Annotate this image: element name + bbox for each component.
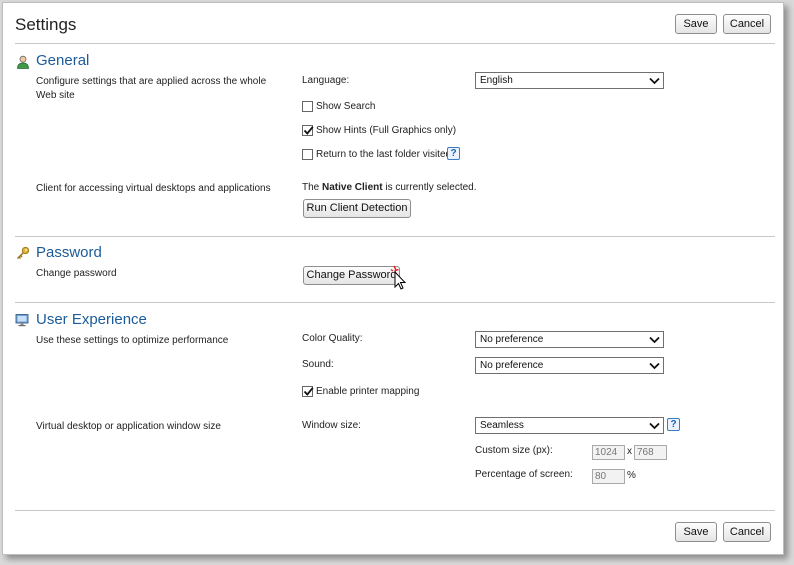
- key-icon: [16, 246, 30, 260]
- footer-divider: [15, 510, 775, 511]
- change-password-button[interactable]: Change Password: [303, 266, 400, 285]
- custom-size-label: Custom size (px):: [475, 445, 553, 456]
- return-folder-checkbox[interactable]: [302, 149, 313, 160]
- client-status-suffix: is currently selected.: [382, 182, 477, 193]
- window-size-help-icon[interactable]: ?: [667, 418, 680, 431]
- general-description: Configure settings that are applied acro…: [36, 76, 267, 101]
- monitor-icon: [15, 314, 29, 327]
- window-size-select[interactable]: Seamless: [475, 417, 664, 434]
- show-hints-checkbox[interactable]: [302, 125, 314, 136]
- percent-sign: %: [627, 470, 636, 481]
- color-quality-select-value: No preference: [480, 334, 544, 345]
- custom-height-input[interactable]: 768: [634, 445, 667, 460]
- password-description: Change password: [36, 268, 117, 279]
- window-size-select-value: Seamless: [480, 420, 524, 431]
- chevron-down-icon: [649, 336, 660, 344]
- printer-mapping-label: Enable printer mapping: [316, 386, 420, 397]
- client-status-prefix: The: [302, 182, 323, 193]
- page-title: Settings: [15, 15, 77, 34]
- client-status-name: Native Client: [322, 182, 383, 193]
- header-divider: [15, 43, 775, 44]
- checkmark-icon: [303, 126, 314, 135]
- show-hints-label: Show Hints (Full Graphics only): [316, 125, 457, 136]
- chevron-down-icon: [649, 362, 660, 370]
- color-quality-label: Color Quality:: [302, 333, 363, 344]
- percentage-input[interactable]: 80: [592, 469, 625, 484]
- cancel-button-top[interactable]: Cancel: [723, 14, 771, 34]
- language-select-value: English: [480, 75, 513, 86]
- custom-size-separator: x: [627, 446, 632, 457]
- language-label: Language:: [302, 75, 350, 86]
- settings-window: Settings Save Cancel General Configure s…: [2, 2, 784, 555]
- run-client-detection-button[interactable]: Run Client Detection: [303, 199, 411, 218]
- mouse-pointer-icon: [390, 265, 407, 290]
- show-search-checkbox[interactable]: [302, 101, 313, 112]
- color-quality-select[interactable]: No preference: [475, 331, 664, 348]
- checkmark-icon: [303, 387, 314, 396]
- sound-select-value: No preference: [480, 360, 544, 371]
- chevron-down-icon: [649, 77, 660, 85]
- save-button-top[interactable]: Save: [675, 14, 717, 34]
- cancel-button-bottom[interactable]: Cancel: [723, 522, 771, 542]
- chevron-down-icon: [649, 422, 660, 430]
- help-icon[interactable]: ?: [447, 147, 460, 160]
- sound-select[interactable]: No preference: [475, 357, 664, 374]
- password-section-title: Password: [36, 244, 102, 261]
- custom-width-input[interactable]: 1024: [592, 445, 625, 460]
- general-divider: [15, 236, 775, 237]
- sound-label: Sound:: [302, 359, 334, 370]
- general-section-title: General: [36, 52, 90, 69]
- show-search-label: Show Search: [316, 101, 376, 112]
- window-size-label: Window size:: [302, 420, 361, 431]
- client-status: The Native Client is currently selected.: [302, 182, 477, 193]
- percentage-label: Percentage of screen:: [475, 469, 573, 480]
- password-divider: [15, 302, 775, 303]
- window-size-description: Virtual desktop or application window si…: [36, 421, 221, 432]
- save-button-bottom[interactable]: Save: [675, 522, 717, 542]
- language-select[interactable]: English: [475, 72, 664, 89]
- return-folder-label: Return to the last folder visited: [316, 149, 452, 160]
- user-experience-section-title: User Experience: [36, 311, 147, 328]
- printer-mapping-checkbox[interactable]: [302, 386, 314, 397]
- user-icon: [17, 55, 29, 69]
- client-description: Client for accessing virtual desktops an…: [36, 183, 271, 194]
- user-experience-description: Use these settings to optimize performan…: [36, 335, 229, 346]
